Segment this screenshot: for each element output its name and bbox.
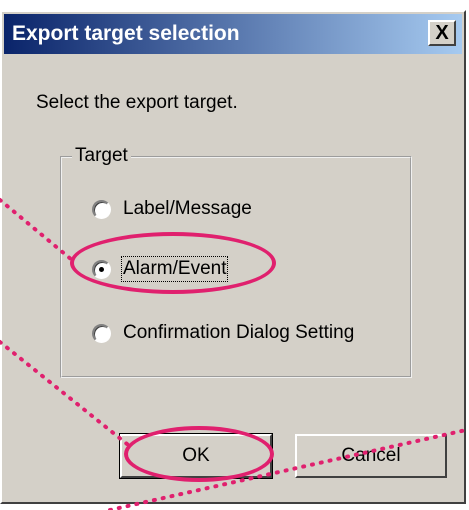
callout-line-alarm-event [0, 198, 74, 262]
callout-line-cancel [108, 428, 468, 510]
callout-line-ok [0, 340, 134, 450]
callout-lines [0, 198, 468, 510]
